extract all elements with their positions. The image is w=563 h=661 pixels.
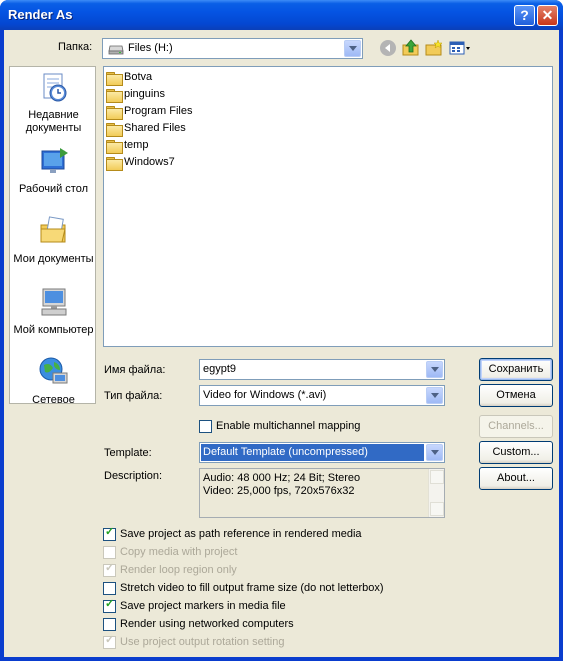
place-network[interactable]: Сетевое [10, 356, 97, 407]
recent-documents-icon [43, 73, 66, 102]
option-label: Copy media with project [120, 546, 238, 558]
cancel-button[interactable]: Отмена [479, 384, 553, 407]
place-mydocs-label: Мои документы [13, 253, 94, 265]
option-label: Render using networked computers [120, 618, 294, 630]
window-title: Render As [8, 7, 73, 22]
location-label: Папка: [58, 41, 93, 53]
scroll-down-icon[interactable] [430, 502, 444, 516]
filename-combo[interactable]: egypt9 [199, 359, 445, 380]
new-folder-icon[interactable] [424, 38, 444, 58]
check-mark-icon: ✓ [105, 526, 115, 538]
place-desktop[interactable]: Рабочий стол [10, 145, 97, 196]
filename-dropdown[interactable] [424, 359, 445, 380]
file-list[interactable]: Botva pinguins Program Files Shared File… [103, 66, 553, 347]
check-mark-icon: ✓ [105, 598, 115, 610]
option-label: Save project markers in media file [120, 600, 286, 612]
folder-icon [106, 157, 123, 171]
place-mydocs[interactable]: Мои документы [10, 215, 97, 266]
filename-label: Имя файла: [104, 364, 166, 376]
up-folder-icon[interactable] [401, 38, 421, 58]
desktop-icon [41, 148, 68, 173]
places-bar: Недавние документы Рабочий стол Мои доку… [9, 66, 97, 407]
place-network-label: Сетевое [32, 394, 75, 406]
dialog-body: Папка: Files (H:) Недавние документы Раб… [4, 30, 559, 657]
custom-button[interactable]: Custom... [479, 441, 553, 464]
location-value: Files (H:) [128, 42, 173, 54]
render-as-dialog: Render As ? ✕ Папка: Files (H:) Недавние… [0, 0, 563, 661]
help-button[interactable]: ? [514, 5, 535, 26]
check-mark-icon: ✓ [105, 634, 115, 646]
my-computer-icon [41, 288, 66, 316]
multichannel-label: Enable multichannel mapping [216, 420, 361, 432]
description-line-audio: Audio: 48 000 Hz; 24 Bit; Stereo [203, 472, 361, 484]
filetype-label: Тип файла: [104, 390, 163, 402]
option-label: Render loop region only [120, 564, 237, 576]
folder-icon [106, 123, 123, 137]
option-label: Save project as path reference in render… [120, 528, 362, 540]
network-icon [39, 357, 67, 384]
checkbox-box[interactable] [103, 582, 116, 595]
back-icon[interactable] [378, 38, 398, 58]
about-button[interactable]: About... [479, 467, 553, 490]
location-dropdown-arrow[interactable] [344, 40, 361, 57]
checkbox-box[interactable] [199, 420, 212, 433]
place-mycomputer-label: Мой компьютер [13, 324, 94, 336]
place-recent-label: Недавние документы [25, 109, 82, 134]
channels-button[interactable]: Channels... [479, 415, 553, 438]
scroll-up-icon[interactable] [430, 470, 444, 484]
folder-icon [106, 89, 123, 103]
title-bar[interactable]: Render As ? ✕ [0, 0, 563, 30]
description-label: Description: [104, 470, 163, 482]
folder-icon [106, 140, 123, 154]
option-label: Stretch video to fill output frame size … [120, 582, 384, 594]
folder-icon [106, 72, 123, 86]
filename-value: egypt9 [203, 363, 237, 375]
template-combo[interactable]: Default Template (uncompressed) [199, 442, 445, 463]
check-mark-icon: ✓ [105, 562, 115, 574]
help-icon: ? [520, 7, 529, 23]
location-combo[interactable]: Files (H:) [102, 38, 363, 59]
description-box: Audio: 48 000 Hz; 24 Bit; Stereo Video: 2… [199, 468, 445, 518]
folder-icon [106, 106, 123, 120]
drive-icon [108, 45, 124, 55]
checkbox-box [103, 546, 116, 559]
place-desktop-label: Рабочий стол [18, 183, 89, 195]
close-icon: ✕ [541, 7, 554, 23]
filename-dropdown-arrow[interactable] [426, 361, 443, 378]
template-value: Default Template (uncompressed) [203, 446, 368, 458]
description-scrollbar[interactable] [428, 469, 444, 517]
close-button[interactable]: ✕ [537, 5, 558, 26]
option-label: Use project output rotation setting [120, 636, 285, 648]
filetype-combo[interactable]: Video for Windows (*.avi) [199, 385, 445, 406]
place-recent[interactable]: Недавние документы [10, 71, 97, 135]
template-label: Template: [104, 447, 152, 459]
my-documents-icon [40, 216, 66, 243]
filetype-dropdown-arrow[interactable] [426, 387, 443, 404]
description-line-video: Video: 25,000 fps, 720x576x32 [203, 485, 355, 497]
view-menu-icon[interactable] [448, 38, 472, 58]
save-button[interactable]: Сохранить [479, 358, 553, 381]
checkbox-box[interactable] [103, 618, 116, 631]
template-dropdown-arrow[interactable] [426, 444, 443, 461]
place-mycomputer[interactable]: Мой компьютер [10, 286, 97, 337]
filetype-value: Video for Windows (*.avi) [203, 389, 327, 401]
